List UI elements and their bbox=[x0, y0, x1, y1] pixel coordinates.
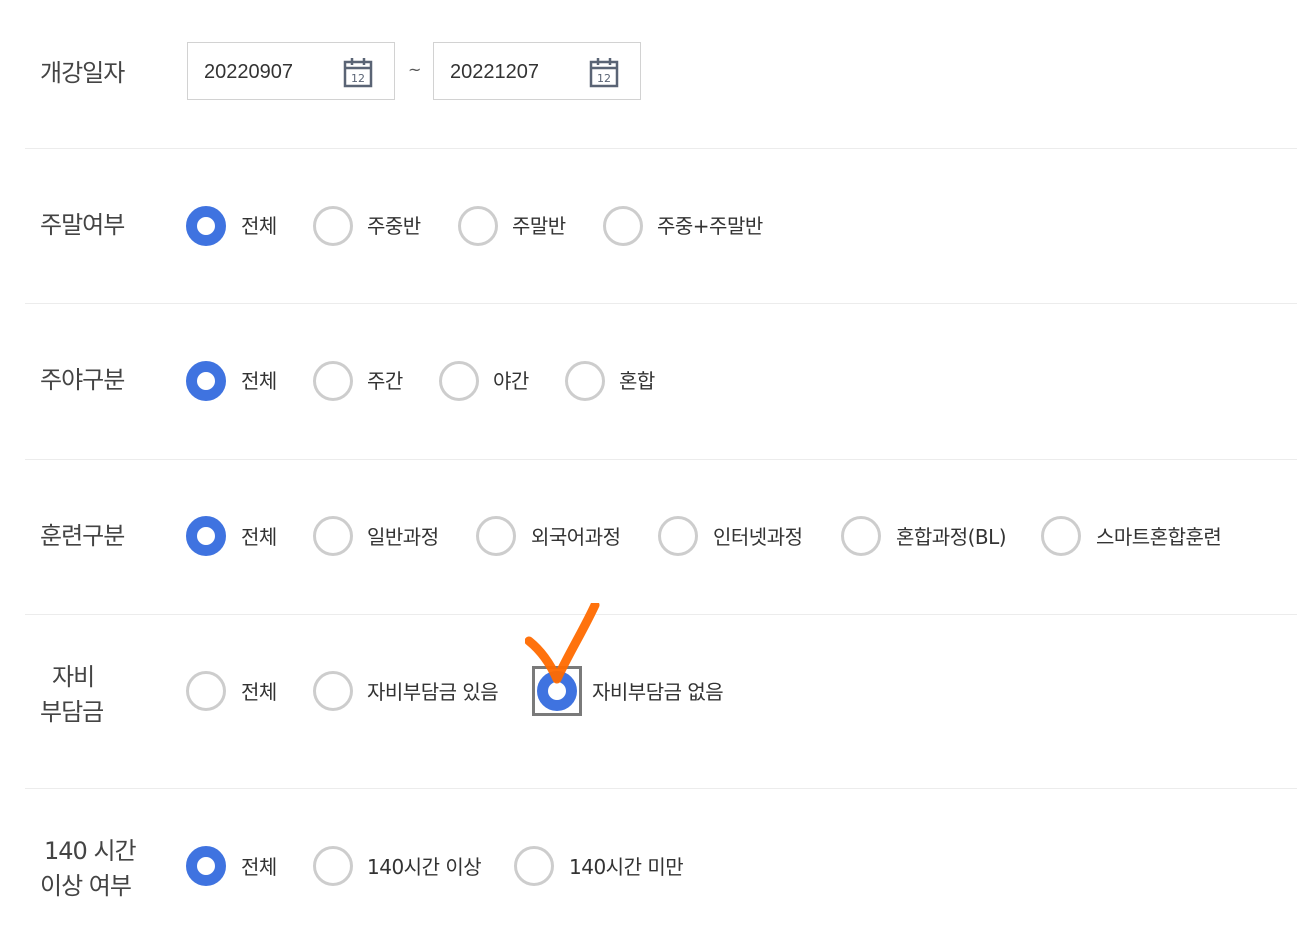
radio-daynight-mixed[interactable] bbox=[565, 361, 605, 401]
radio-copay-yes[interactable] bbox=[313, 671, 353, 711]
end-date-value: 20221207 bbox=[450, 61, 539, 83]
option-label-weekend-all: 전체 bbox=[241, 214, 277, 238]
radio-daynight-day[interactable] bbox=[313, 361, 353, 401]
radio-weekend-all[interactable] bbox=[186, 206, 226, 246]
option-label-daynight-night: 야간 bbox=[493, 369, 529, 393]
calendar-day-text: 12 bbox=[351, 72, 365, 85]
radio-weekend-both[interactable] bbox=[603, 206, 643, 246]
radio-training-general[interactable] bbox=[313, 516, 353, 556]
option-label-hours-under-140: 140시간 미만 bbox=[569, 855, 684, 879]
option-label-copay-yes: 자비부담금 있음 bbox=[367, 680, 499, 704]
radio-training-language[interactable] bbox=[476, 516, 516, 556]
start-date-value: 20220907 bbox=[204, 61, 293, 83]
option-label-training-internet: 인터넷과정 bbox=[713, 525, 803, 549]
row-label-hours-line1: 140 시간 bbox=[44, 837, 137, 865]
radio-training-blended[interactable] bbox=[841, 516, 881, 556]
calendar-icon[interactable]: 12 bbox=[588, 57, 620, 89]
option-label-training-blended: 혼합과정(BL) bbox=[896, 525, 1007, 549]
radio-training-internet[interactable] bbox=[658, 516, 698, 556]
start-date-field[interactable]: 20220907 12 bbox=[187, 42, 395, 100]
option-label-hours-all: 전체 bbox=[241, 855, 277, 879]
row-label-hours-line2: 이상 여부 bbox=[40, 872, 132, 900]
option-label-weekend-weekend: 주말반 bbox=[512, 214, 566, 238]
option-label-daynight-all: 전체 bbox=[241, 369, 277, 393]
end-date-field[interactable]: 20221207 12 bbox=[433, 42, 641, 100]
row-divider bbox=[25, 459, 1297, 460]
row-label-weekend: 주말여부 bbox=[40, 211, 125, 239]
calendar-icon[interactable]: 12 bbox=[342, 57, 374, 89]
radio-hours-under-140[interactable] bbox=[514, 846, 554, 886]
option-label-hours-over-140: 140시간 이상 bbox=[367, 855, 482, 879]
option-label-weekend-both: 주중+주말반 bbox=[657, 214, 763, 238]
radio-hours-all[interactable] bbox=[186, 846, 226, 886]
date-range-separator: ~ bbox=[408, 60, 422, 79]
row-divider bbox=[25, 303, 1297, 304]
option-label-daynight-day: 주간 bbox=[367, 369, 403, 393]
option-label-daynight-mixed: 혼합 bbox=[619, 369, 655, 393]
row-label-day-night: 주야구분 bbox=[40, 366, 125, 394]
row-divider bbox=[25, 788, 1297, 789]
radio-daynight-all[interactable] bbox=[186, 361, 226, 401]
option-label-weekend-weekday: 주중반 bbox=[367, 214, 421, 238]
option-label-copay-all: 전체 bbox=[241, 680, 277, 704]
radio-daynight-night[interactable] bbox=[439, 361, 479, 401]
radio-copay-no[interactable] bbox=[537, 671, 577, 711]
row-label-self-pay-line2: 부담금 bbox=[40, 698, 104, 726]
radio-copay-all[interactable] bbox=[186, 671, 226, 711]
row-divider bbox=[25, 614, 1297, 615]
option-label-training-smart-blended: 스마트혼합훈련 bbox=[1096, 525, 1222, 549]
radio-weekend-weekday[interactable] bbox=[313, 206, 353, 246]
row-label-self-pay-line1: 자비 bbox=[52, 663, 95, 691]
row-divider bbox=[25, 148, 1297, 149]
calendar-day-text: 12 bbox=[597, 72, 611, 85]
radio-training-smart-blended[interactable] bbox=[1041, 516, 1081, 556]
option-label-training-general: 일반과정 bbox=[367, 525, 439, 549]
radio-weekend-weekend[interactable] bbox=[458, 206, 498, 246]
row-label-training-type: 훈련구분 bbox=[40, 522, 125, 550]
radio-hours-over-140[interactable] bbox=[313, 846, 353, 886]
option-label-copay-no: 자비부담금 없음 bbox=[592, 680, 724, 704]
option-label-training-all: 전체 bbox=[241, 525, 277, 549]
radio-training-all[interactable] bbox=[186, 516, 226, 556]
row-label-course-start-date: 개강일자 bbox=[40, 59, 125, 87]
option-label-training-language: 외국어과정 bbox=[531, 525, 621, 549]
